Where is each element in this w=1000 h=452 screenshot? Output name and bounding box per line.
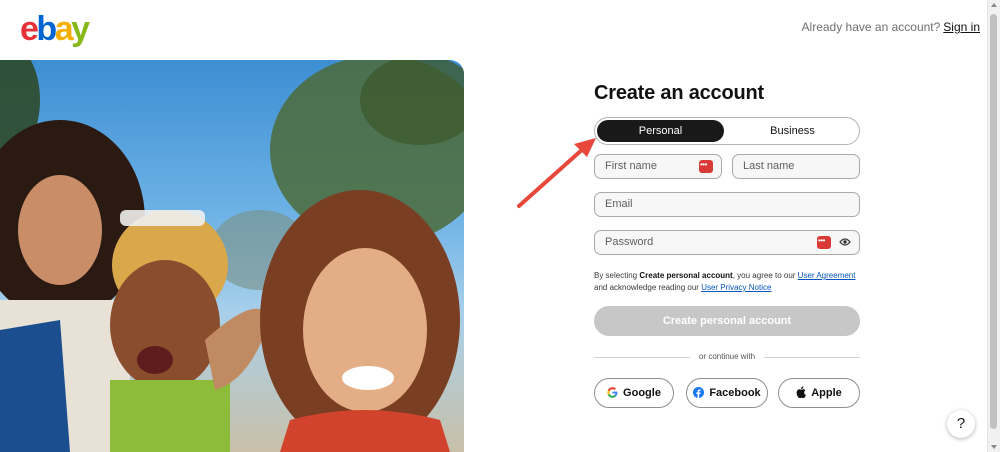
legal-text: By selecting Create personal account, yo… <box>594 270 864 294</box>
scroll-down-arrow-icon[interactable] <box>991 445 997 449</box>
facebook-label: Facebook <box>709 387 761 399</box>
page-scrollbar[interactable] <box>987 0 1000 452</box>
continue-divider: or continue with <box>594 351 860 363</box>
signin-prompt-text: Already have an account? <box>801 20 941 34</box>
first-name-placeholder: First name <box>605 160 657 172</box>
google-signin-button[interactable]: Google <box>594 378 674 408</box>
first-name-field[interactable]: First name <box>594 153 722 179</box>
create-account-button[interactable]: Create personal account <box>594 306 860 336</box>
email-field[interactable]: Email <box>594 192 860 217</box>
logo-letter-y: y <box>71 10 90 48</box>
logo-letter-b: b <box>36 10 57 48</box>
facebook-signin-button[interactable]: Facebook <box>686 378 768 408</box>
apple-icon <box>796 386 807 399</box>
logo-letter-e: e <box>20 10 39 48</box>
page-title: Create an account <box>594 82 764 104</box>
password-field[interactable]: Password <box>594 229 860 255</box>
password-placeholder: Password <box>605 236 654 248</box>
last-name-placeholder: Last name <box>743 160 795 172</box>
divider-line-right <box>764 357 860 358</box>
scroll-up-arrow-icon[interactable] <box>991 3 997 7</box>
scroll-thumb[interactable] <box>990 14 997 429</box>
personal-tab[interactable]: Personal <box>597 120 724 142</box>
apple-signin-button[interactable]: Apple <box>778 378 860 408</box>
last-name-field[interactable]: Last name <box>732 154 860 179</box>
google-label: Google <box>623 387 661 399</box>
user-agreement-link[interactable]: User Agreement <box>798 271 856 280</box>
business-tab[interactable]: Business <box>729 120 856 142</box>
legal-bold: Create personal account <box>639 271 733 280</box>
legal-middle: , you agree to our <box>732 271 798 280</box>
signup-form: Create an account Personal Business Firs… <box>594 80 860 408</box>
password-manager-icon[interactable] <box>699 153 713 176</box>
hero-image <box>0 60 464 452</box>
logo-letter-a: a <box>54 10 74 48</box>
signin-link[interactable]: Sign in <box>943 20 980 34</box>
legal-prefix: By selecting <box>594 271 640 280</box>
help-button[interactable]: ? <box>947 410 975 438</box>
google-icon <box>607 386 618 398</box>
legal-second-line: and acknowledge reading our <box>594 283 702 292</box>
password-manager-icon[interactable] <box>817 229 831 252</box>
hero-illustration <box>0 60 464 452</box>
account-type-toggle: Personal Business <box>594 117 860 145</box>
facebook-icon <box>693 386 705 398</box>
email-placeholder: Email <box>605 198 633 210</box>
apple-label: Apple <box>811 387 842 399</box>
ebay-logo[interactable]: ebay <box>20 9 90 49</box>
signin-prompt: Already have an account? Sign in <box>802 20 980 34</box>
show-password-icon[interactable] <box>839 237 851 247</box>
privacy-notice-link[interactable]: User Privacy Notice <box>701 283 771 292</box>
